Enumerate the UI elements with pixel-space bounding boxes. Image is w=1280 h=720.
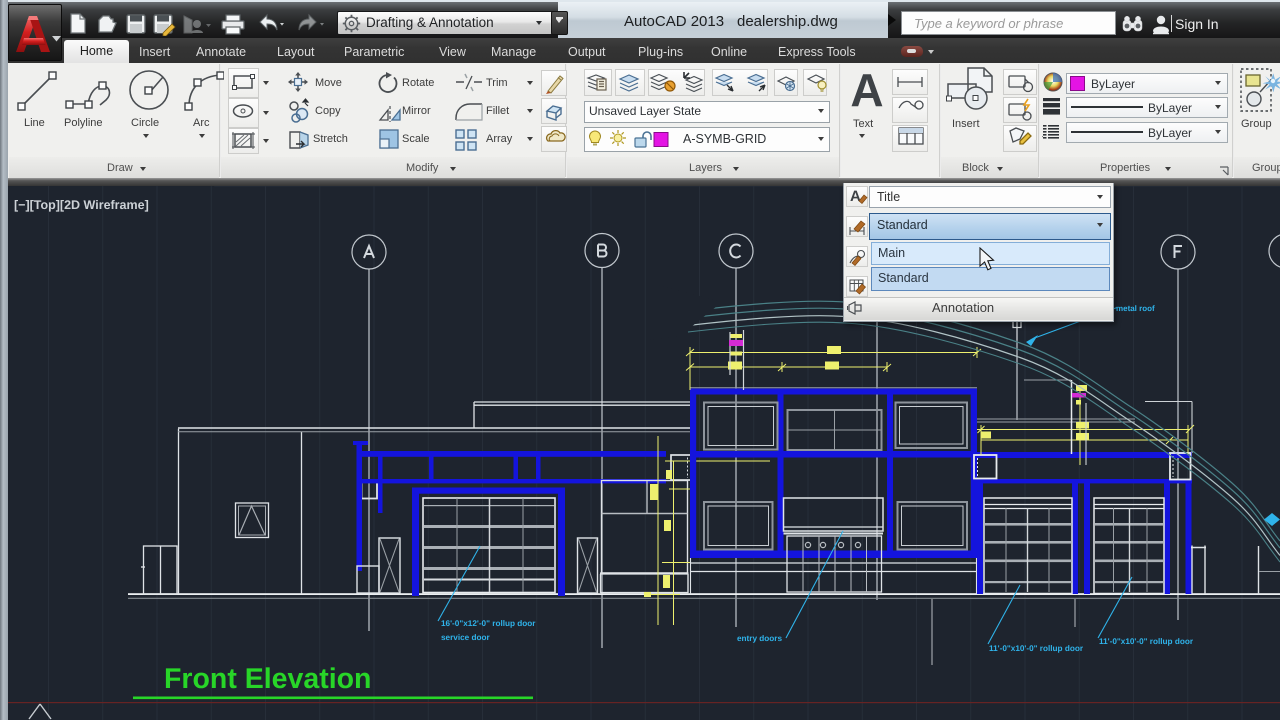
svg-text:11'-0"x10'-0" rollup door: 11'-0"x10'-0" rollup door [1099, 637, 1194, 646]
svg-text:11'-0"x10'-0" rollup door: 11'-0"x10'-0" rollup door [989, 644, 1084, 653]
svg-text:Front Elevation: Front Elevation [164, 663, 371, 695]
svg-text:16'-0"x12'-0" rollup door: 16'-0"x12'-0" rollup door [441, 619, 536, 628]
svg-text:service door: service door [441, 633, 491, 642]
svg-text:[−][Top][2D Wireframe]: [−][Top][2D Wireframe] [14, 198, 149, 212]
svg-text:A: A [850, 188, 861, 205]
svg-text:metal roof: metal roof [1116, 304, 1155, 313]
svg-text:entry doors: entry doors [737, 634, 782, 643]
